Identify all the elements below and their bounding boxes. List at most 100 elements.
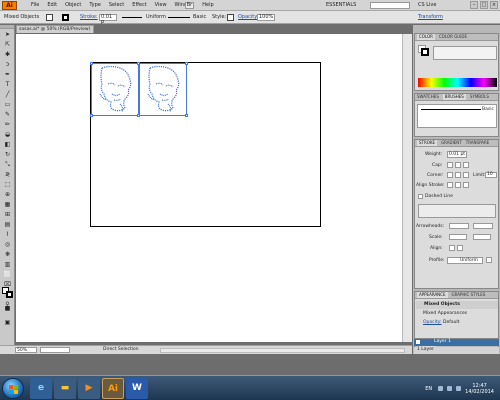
- symbol-sprayer-tool-icon[interactable]: ❋: [1, 250, 14, 259]
- type-tool-icon[interactable]: T: [1, 80, 14, 89]
- fill-stroke-indicator[interactable]: [2, 287, 13, 298]
- menu-object[interactable]: Object: [65, 2, 81, 8]
- clock[interactable]: 12:47 14/02/2014: [465, 383, 494, 395]
- stroke-indicator[interactable]: [6, 291, 13, 298]
- style-swatch[interactable]: [227, 14, 234, 21]
- color-spectrum[interactable]: [418, 78, 497, 87]
- tools-grip[interactable]: [0, 25, 14, 29]
- menu-view[interactable]: View: [155, 2, 167, 8]
- weight-field[interactable]: 0.01 pt: [447, 151, 467, 158]
- color-stroke-swatch[interactable]: [421, 48, 429, 56]
- minimize-button[interactable]: –: [470, 1, 478, 9]
- tab-gradient[interactable]: GRADIENT: [441, 140, 462, 146]
- screen-mode-icon[interactable]: ▣: [1, 318, 14, 327]
- brush-list[interactable]: Basic: [417, 104, 497, 128]
- menu-help[interactable]: Help: [202, 2, 213, 8]
- blob-brush-tool-icon[interactable]: ◒: [1, 130, 14, 139]
- perspective-grid-tool-icon[interactable]: ▦: [1, 200, 14, 209]
- tab-brushes[interactable]: BRUSHES: [442, 94, 466, 100]
- stroke-link[interactable]: Stroke:: [80, 14, 98, 20]
- appearance-opacity-link[interactable]: Opacity:: [423, 320, 442, 325]
- selection-handle[interactable]: [185, 62, 188, 65]
- workspace-switcher[interactable]: ESSENTIALS: [326, 2, 356, 8]
- selection-handle[interactable]: [185, 114, 188, 117]
- tab-graphic-styles[interactable]: GRAPHIC STYLES: [452, 292, 486, 298]
- arrow-align-button[interactable]: [457, 245, 463, 251]
- menu-select[interactable]: Select: [109, 2, 124, 8]
- blend-tool-icon[interactable]: ◎: [1, 240, 14, 249]
- gradient-tool-icon[interactable]: ▤: [1, 220, 14, 229]
- selection-handle[interactable]: [90, 62, 93, 65]
- zoom-field[interactable]: 50%: [15, 347, 37, 353]
- canvas-area[interactable]: [16, 34, 412, 342]
- dash-gap-fields[interactable]: [418, 204, 496, 218]
- free-transform-tool-icon[interactable]: ⬚: [1, 180, 14, 189]
- close-button[interactable]: ×: [490, 1, 498, 9]
- illustrator-taskbar-icon[interactable]: Ai: [102, 378, 124, 399]
- miter-join-button[interactable]: [447, 172, 453, 178]
- profile-dropdown[interactable]: Uniform: [447, 257, 483, 264]
- dashed-line-checkbox[interactable]: [418, 194, 423, 199]
- stroke-swatch[interactable]: [62, 14, 69, 21]
- menu-effect[interactable]: Effect: [132, 2, 146, 8]
- stroke-weight-field[interactable]: 0.01 p: [99, 14, 117, 25]
- selected-object-left[interactable]: [90, 62, 140, 117]
- artboard[interactable]: [90, 62, 321, 227]
- color-mode-icon[interactable]: ■: [1, 304, 14, 313]
- vertical-scrollbar[interactable]: [402, 34, 412, 342]
- eyedropper-tool-icon[interactable]: ⌇: [1, 230, 14, 239]
- pencil-tool-icon[interactable]: ✏: [1, 120, 14, 129]
- end-arrowhead-dropdown[interactable]: [473, 223, 493, 229]
- tab-color[interactable]: COLOR: [417, 34, 435, 40]
- start-button[interactable]: [2, 378, 24, 399]
- cs-live-button[interactable]: CS Live: [418, 2, 436, 8]
- arrow-align-button[interactable]: [449, 245, 455, 251]
- selection-handle[interactable]: [90, 114, 93, 117]
- align-outside-button[interactable]: [463, 182, 469, 188]
- help-search-input[interactable]: [370, 2, 410, 9]
- tab-symbols[interactable]: SYMBOLS: [470, 94, 489, 100]
- tab-appearance[interactable]: APPEARANCE: [417, 292, 448, 298]
- end-scale-field[interactable]: [473, 234, 491, 240]
- bevel-join-button[interactable]: [463, 172, 469, 178]
- align-center-button[interactable]: [447, 182, 453, 188]
- artboard-navigation[interactable]: [40, 347, 70, 353]
- align-inside-button[interactable]: [455, 182, 461, 188]
- current-tool-label[interactable]: Direct Selection: [103, 347, 139, 352]
- file-explorer-icon[interactable]: ▬: [54, 378, 76, 399]
- mesh-tool-icon[interactable]: ⊞: [1, 210, 14, 219]
- start-arrowhead-dropdown[interactable]: [449, 223, 469, 229]
- lasso-tool-icon[interactable]: ↄ: [1, 60, 14, 69]
- word-taskbar-icon[interactable]: W: [126, 378, 148, 399]
- direct-selection-tool-icon[interactable]: ⇱: [1, 40, 14, 49]
- opacity-link[interactable]: Opacity:: [238, 14, 259, 20]
- pen-tool-icon[interactable]: ✒: [1, 70, 14, 79]
- network-icon[interactable]: [447, 386, 453, 391]
- line-tool-icon[interactable]: ╱: [1, 90, 14, 99]
- flip-profile-button[interactable]: [486, 257, 492, 263]
- eye-icon[interactable]: [416, 340, 420, 344]
- artboard-tool-icon[interactable]: ⬜: [1, 270, 14, 279]
- stroke-profile-dropdown[interactable]: Uniform: [146, 14, 166, 20]
- transform-link[interactable]: Transform: [418, 14, 443, 20]
- rectangle-tool-icon[interactable]: ▭: [1, 100, 14, 109]
- volume-icon[interactable]: [456, 386, 462, 391]
- document-tab[interactable]: sasas.ai* @ 50% (RGB/Preview): [16, 25, 94, 33]
- eraser-tool-icon[interactable]: ◧: [1, 140, 14, 149]
- projecting-cap-button[interactable]: [463, 162, 469, 168]
- maximize-button[interactable]: □: [480, 1, 488, 9]
- color-slider-area[interactable]: [433, 46, 497, 60]
- language-indicator[interactable]: EN: [425, 386, 432, 392]
- opacity-field[interactable]: 100%: [257, 14, 275, 21]
- butt-cap-button[interactable]: [447, 162, 453, 168]
- fill-swatch[interactable]: [46, 14, 53, 21]
- brush-dropdown[interactable]: Basic: [193, 14, 206, 20]
- layer-row[interactable]: Layer 1: [414, 339, 499, 346]
- selection-tool-icon[interactable]: ➤: [1, 30, 14, 39]
- magic-wand-tool-icon[interactable]: ✱: [1, 50, 14, 59]
- rotate-tool-icon[interactable]: ↻: [1, 150, 14, 159]
- start-scale-field[interactable]: [449, 234, 467, 240]
- paintbrush-tool-icon[interactable]: ✎: [1, 110, 14, 119]
- media-player-icon[interactable]: ▶: [78, 378, 100, 399]
- tab-transparency[interactable]: TRANSPARE: [466, 140, 490, 146]
